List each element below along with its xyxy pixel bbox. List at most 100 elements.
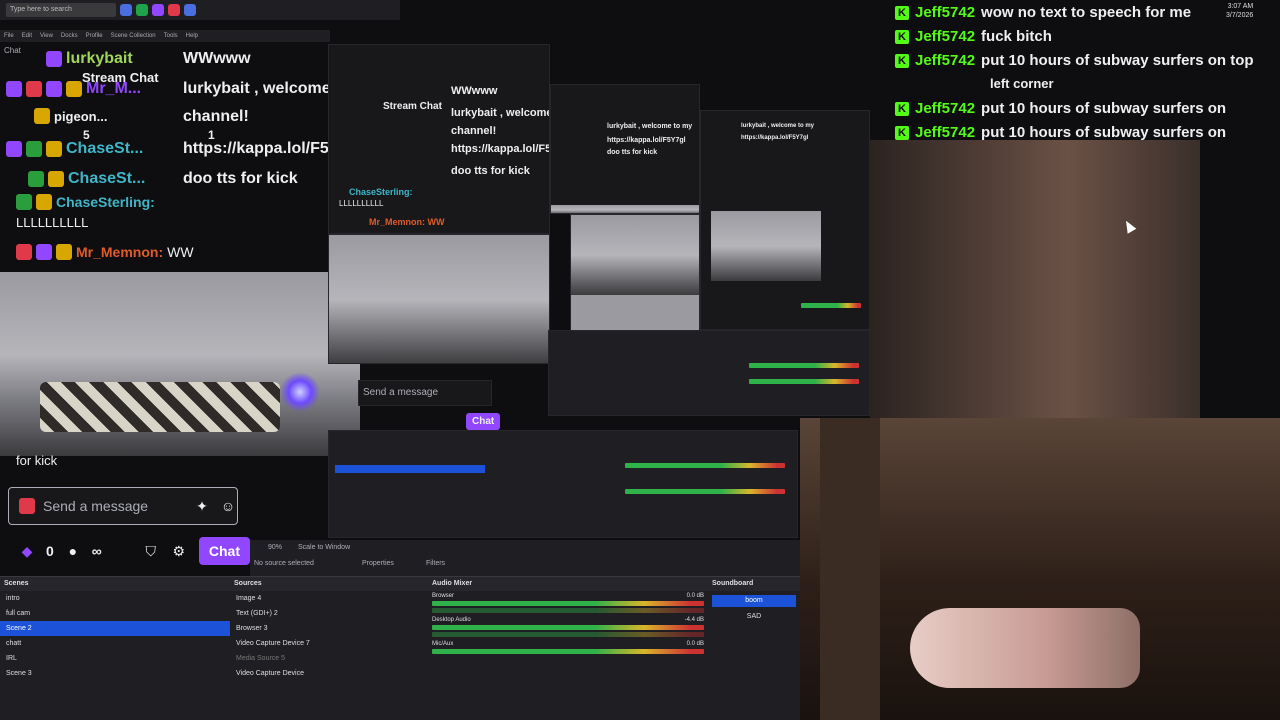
chat-header: Chat bbox=[4, 46, 21, 55]
soundboard-button[interactable]: SAD bbox=[712, 611, 796, 623]
chat-message: WW bbox=[167, 244, 194, 260]
chrome-icon[interactable] bbox=[168, 4, 180, 16]
source-item[interactable]: Text (GDI+) 2 bbox=[230, 606, 428, 621]
kick-icon: K bbox=[895, 53, 909, 68]
obs-copy-meter bbox=[749, 363, 859, 368]
menu-scene-collection[interactable]: Scene Collection bbox=[111, 30, 156, 42]
send-message-input[interactable]: Send a message ✦ ☺ bbox=[8, 487, 238, 525]
scene-item[interactable]: Scene 3 bbox=[0, 666, 230, 681]
volume-slider[interactable] bbox=[432, 608, 704, 613]
discord-icon[interactable] bbox=[152, 4, 164, 16]
scene-item[interactable]: IRL bbox=[0, 651, 230, 666]
menu-file[interactable]: File bbox=[4, 30, 14, 42]
obs-copy-meter bbox=[625, 463, 785, 468]
copy-message: doo tts for kick bbox=[451, 165, 530, 177]
chat-user[interactable]: pigeon... bbox=[54, 109, 107, 124]
copy-message: lurkybait , welcome to my bbox=[607, 123, 693, 130]
scene-item[interactable]: intro bbox=[0, 591, 230, 606]
right-chat-message: put 10 hours of subway surfers on top bbox=[981, 52, 1254, 69]
right-chat-user[interactable]: Jeff5742 bbox=[915, 100, 975, 117]
volume-meter bbox=[432, 625, 704, 630]
channel-points-icon[interactable]: ◆ bbox=[18, 542, 36, 560]
soundboard-title: Soundboard bbox=[708, 577, 800, 591]
obs-menubar: File Edit View Docks Profile Scene Colle… bbox=[0, 30, 330, 42]
menu-edit[interactable]: Edit bbox=[22, 30, 32, 42]
kick-icon: K bbox=[895, 5, 909, 20]
kick-icon: K bbox=[895, 101, 909, 116]
chat-button[interactable]: Chat bbox=[198, 537, 250, 565]
video-badge-icon bbox=[26, 81, 42, 97]
menu-view[interactable]: View bbox=[40, 30, 53, 42]
magic-wand-icon[interactable]: ✦ bbox=[193, 497, 211, 515]
chat-line: lurkybait bbox=[46, 50, 133, 68]
chat-user[interactable]: ChaseSt... bbox=[68, 170, 145, 188]
webcam-copy-feed bbox=[571, 215, 699, 295]
gear-icon[interactable]: ⚙ bbox=[170, 542, 188, 560]
emoji-icon[interactable]: ☺ bbox=[219, 497, 237, 515]
crown-badge-icon bbox=[36, 194, 52, 210]
chat-user[interactable]: lurkybait bbox=[66, 50, 133, 68]
zoom-level[interactable]: 90% bbox=[268, 544, 282, 551]
menu-help[interactable]: Help bbox=[186, 30, 198, 42]
right-chat-user[interactable]: Jeff5742 bbox=[915, 124, 975, 141]
obs-copy-meter bbox=[749, 379, 859, 384]
scene-item[interactable]: full cam bbox=[0, 606, 230, 621]
right-chat-user[interactable]: Jeff5742 bbox=[915, 28, 975, 45]
copy-message: LLLLLLLLLL bbox=[339, 199, 384, 208]
chat-user[interactable]: Mr_M... bbox=[86, 80, 141, 98]
scene-item[interactable]: chatt bbox=[0, 636, 230, 651]
right-chat-message: wow no text to speech for me bbox=[981, 4, 1192, 21]
recursive-tunnel bbox=[870, 140, 1200, 420]
crown-badge-icon bbox=[46, 141, 62, 157]
mixer-channel-name: Desktop Audio bbox=[432, 617, 471, 623]
volume-slider[interactable] bbox=[432, 632, 704, 637]
right-chat-line: left corner bbox=[990, 76, 1054, 91]
scene-item-selected[interactable]: Scene 2 bbox=[0, 621, 230, 636]
copy-message: lurkybait , welcome to my bbox=[741, 123, 815, 129]
obs-copy bbox=[328, 430, 798, 538]
xbox-icon[interactable] bbox=[136, 4, 148, 16]
send-message-copy: Send a message bbox=[358, 380, 492, 406]
shield-icon[interactable]: ⛉ bbox=[142, 542, 160, 560]
webcam-light bbox=[280, 372, 320, 412]
source-item[interactable]: Image 4 bbox=[230, 591, 428, 606]
copy-message: https://kappa.lol/F5Y7gl bbox=[451, 143, 549, 155]
menu-docks[interactable]: Docks bbox=[61, 30, 78, 42]
right-chat-message: put 10 hours of subway surfers on bbox=[981, 100, 1227, 117]
menu-profile[interactable]: Profile bbox=[86, 30, 103, 42]
soundboard-button[interactable]: boom bbox=[712, 595, 796, 607]
chat-line: ChaseSt... bbox=[6, 140, 143, 158]
filters-tab[interactable]: Filters bbox=[426, 560, 445, 567]
app-icon[interactable] bbox=[120, 4, 132, 16]
system-clock[interactable]: 3:07 AM 3/7/2026 bbox=[1226, 2, 1253, 20]
right-chat-message: fuck bitch bbox=[981, 28, 1052, 45]
volume-meter bbox=[432, 649, 704, 654]
chat-user[interactable]: Mr_Memnon: bbox=[76, 244, 163, 260]
audio-mixer-title: Audio Mixer bbox=[428, 577, 708, 591]
chat-line: Mr_M... bbox=[6, 80, 141, 98]
right-chat-user[interactable]: Jeff5742 bbox=[915, 52, 975, 69]
source-item[interactable]: Video Capture Device bbox=[230, 666, 428, 681]
chat-user[interactable]: ChaseSterling: bbox=[56, 194, 155, 210]
chat-line: ChaseSt... bbox=[28, 170, 145, 188]
twitch-badge-icon bbox=[46, 51, 62, 67]
stream-preview-copy: lurkybait , welcome to my https://kappa.… bbox=[700, 110, 870, 330]
copy-user: ChaseSterling: bbox=[349, 187, 413, 197]
infinity-symbol: ∞ bbox=[91, 543, 102, 559]
source-item[interactable]: Browser 3 bbox=[230, 621, 428, 636]
sources-list: Image 4 Text (GDI+) 2 Browser 3 Video Ca… bbox=[230, 591, 428, 681]
scale-dropdown[interactable]: Scale to Window bbox=[298, 544, 350, 551]
right-chat-user[interactable]: Jeff5742 bbox=[915, 4, 975, 21]
copy-message: doo tts for kick bbox=[607, 149, 658, 156]
source-item[interactable]: Video Capture Device 7 bbox=[230, 636, 428, 651]
audio-mixer-panel: Audio Mixer Browser 0.0 dB Desktop Audio -… bbox=[428, 576, 708, 720]
taskbar-search-input[interactable]: Type here to search bbox=[6, 3, 116, 17]
source-item-hidden[interactable]: Media Source 5 bbox=[230, 651, 428, 666]
mixer-channel: Browser 0.0 dB bbox=[428, 591, 708, 615]
video-badge-icon bbox=[16, 244, 32, 260]
properties-tab[interactable]: Properties bbox=[362, 560, 394, 567]
webcam-copy bbox=[328, 234, 550, 364]
chat-user[interactable]: ChaseSt... bbox=[66, 140, 143, 158]
menu-tools[interactable]: Tools bbox=[164, 30, 178, 42]
obs-icon[interactable] bbox=[184, 4, 196, 16]
